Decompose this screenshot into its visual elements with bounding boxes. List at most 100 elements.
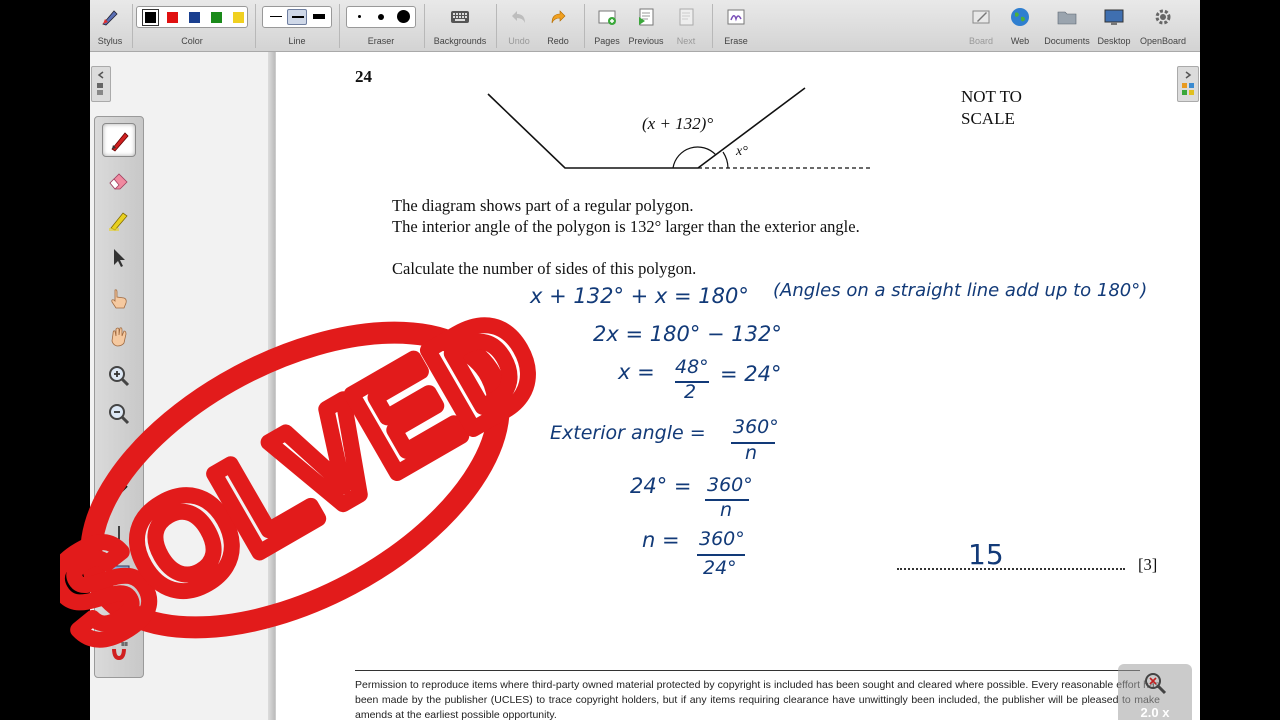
highlighter-tool[interactable]	[102, 203, 136, 237]
question-number: 24	[355, 67, 372, 86]
highlighter-icon	[109, 212, 128, 231]
working-equation-4-lhs: Exterior angle =	[550, 422, 706, 444]
zoom-magnifier-icon	[1145, 673, 1167, 695]
interior-angle-label: (x + 132)°	[642, 114, 714, 133]
not-to-scale-line1: NOT TO	[961, 87, 1022, 106]
working-equation-2: 2x = 180° − 132°	[593, 322, 782, 346]
exterior-angle-label: x°	[736, 144, 748, 159]
eraser-size-palette[interactable]	[346, 6, 416, 28]
left-palette-collapse-tab[interactable]	[91, 66, 111, 102]
answer-line	[897, 568, 1125, 570]
solved-stamp: SOLVED	[60, 300, 540, 660]
erase-page-icon	[727, 9, 745, 25]
selector-tool[interactable]	[102, 241, 136, 275]
board-button[interactable]: Board	[963, 4, 999, 52]
undo-button[interactable]: Undo	[501, 4, 537, 52]
redo-button[interactable]: Redo	[540, 4, 576, 52]
globe-icon	[1011, 8, 1029, 26]
top-toolbar: Stylus Color Line Eraser Backgrounds Und…	[90, 0, 1200, 52]
zoom-level-widget[interactable]: 2.0 x	[1118, 664, 1192, 720]
monitor-icon	[1104, 9, 1124, 25]
desktop-label: Desktop	[1097, 36, 1131, 46]
documents-label: Documents	[1044, 36, 1090, 46]
working-equation-6-numerator: 360°	[699, 528, 745, 550]
eraser-tool[interactable]	[102, 163, 136, 197]
folder-icon	[1057, 11, 1077, 25]
openboard-label: OpenBoard	[1139, 36, 1187, 46]
footer-divider	[355, 670, 1140, 671]
question-line-1: The diagram shows part of a regular poly…	[392, 196, 694, 215]
working-equation-3-numerator: 48°	[675, 356, 709, 378]
right-black-margin	[1200, 0, 1280, 720]
working-equation-4-denominator: n	[745, 442, 758, 464]
previous-label: Previous	[628, 36, 664, 46]
undo-arrow-icon	[512, 11, 525, 23]
next-page-icon	[679, 8, 694, 26]
documents-button[interactable]: Documents	[1042, 4, 1092, 52]
working-equation-6-lhs: n =	[642, 528, 680, 552]
working-equation-5-lhs: 24° =	[630, 474, 692, 498]
working-equation-5-numerator: 360°	[707, 474, 753, 496]
desktop-button[interactable]: Desktop	[1096, 4, 1132, 52]
stylus-button[interactable]: Stylus	[92, 4, 128, 52]
eraser-large-option[interactable]	[393, 9, 413, 25]
color-label: Color	[181, 36, 203, 46]
stylus-icon	[102, 10, 118, 26]
color-group: Color	[134, 0, 250, 52]
line-label: Line	[288, 36, 306, 46]
eraser-medium-option[interactable]	[371, 9, 391, 25]
line-thick-option[interactable]	[309, 9, 329, 25]
openboard-menu-button[interactable]: OpenBoard	[1138, 4, 1188, 52]
erase-label: Erase	[724, 36, 748, 46]
not-to-scale-note: NOT TO SCALE	[961, 86, 1022, 130]
question-line-2: The interior angle of the polygon is 132…	[392, 217, 860, 236]
working-equation-3-lhs: x =	[618, 360, 655, 384]
pen-icon	[111, 132, 129, 152]
line-thin-option[interactable]	[266, 9, 286, 25]
next-label: Next	[676, 36, 696, 46]
previous-button[interactable]: Previous	[628, 4, 664, 52]
keyboard-grid-icon	[451, 11, 469, 23]
line-width-palette[interactable]	[262, 6, 332, 28]
color-palette[interactable]	[136, 6, 248, 28]
undo-label: Undo	[508, 36, 530, 46]
color-red-swatch[interactable]	[167, 12, 178, 23]
next-button[interactable]: Next	[668, 4, 704, 52]
redo-arrow-icon	[551, 10, 566, 24]
question-line-3: Calculate the number of sides of this po…	[392, 259, 697, 278]
eraser-group: Eraser	[344, 0, 418, 52]
redo-label: Redo	[547, 36, 569, 46]
eraser-label: Eraser	[367, 36, 395, 46]
working-equation-4-numerator: 360°	[733, 416, 779, 438]
line-medium-option[interactable]	[287, 9, 307, 25]
color-green-swatch[interactable]	[211, 12, 222, 23]
pen-tool[interactable]	[102, 123, 136, 157]
color-yellow-swatch[interactable]	[233, 12, 244, 23]
final-answer: 15	[968, 538, 1004, 571]
color-blue-swatch[interactable]	[189, 12, 200, 23]
web-button[interactable]: Web	[1002, 4, 1038, 52]
marks-allocation: [3]	[1138, 555, 1158, 574]
working-equation-1: x + 132° + x = 180°	[530, 284, 749, 308]
right-palette-collapse-tab[interactable]	[1177, 66, 1199, 102]
working-equation-3-rhs: = 24°	[720, 362, 782, 386]
stylus-label: Stylus	[97, 36, 123, 46]
backgrounds-label: Backgrounds	[433, 36, 487, 46]
web-label: Web	[1010, 36, 1030, 46]
line-group: Line	[260, 0, 334, 52]
working-equation-6-denominator: 24°	[703, 557, 737, 579]
collapse-left-icon	[97, 71, 104, 95]
eraser-icon	[109, 173, 128, 190]
backgrounds-button[interactable]: Backgrounds	[430, 4, 490, 52]
gear-icon	[1155, 9, 1171, 25]
working-equation-5-denominator: n	[720, 499, 733, 521]
arrow-pointer-icon	[114, 249, 125, 267]
erase-button[interactable]: Erase	[718, 4, 754, 52]
pages-button[interactable]: Pages	[589, 4, 625, 52]
working-equation-3-denominator: 2	[684, 381, 697, 403]
color-black-swatch[interactable]	[142, 9, 159, 26]
not-to-scale-line2: SCALE	[961, 109, 1015, 128]
board-label: Board	[968, 36, 994, 46]
eraser-small-option[interactable]	[350, 9, 370, 25]
collapse-right-icon	[1182, 71, 1194, 95]
